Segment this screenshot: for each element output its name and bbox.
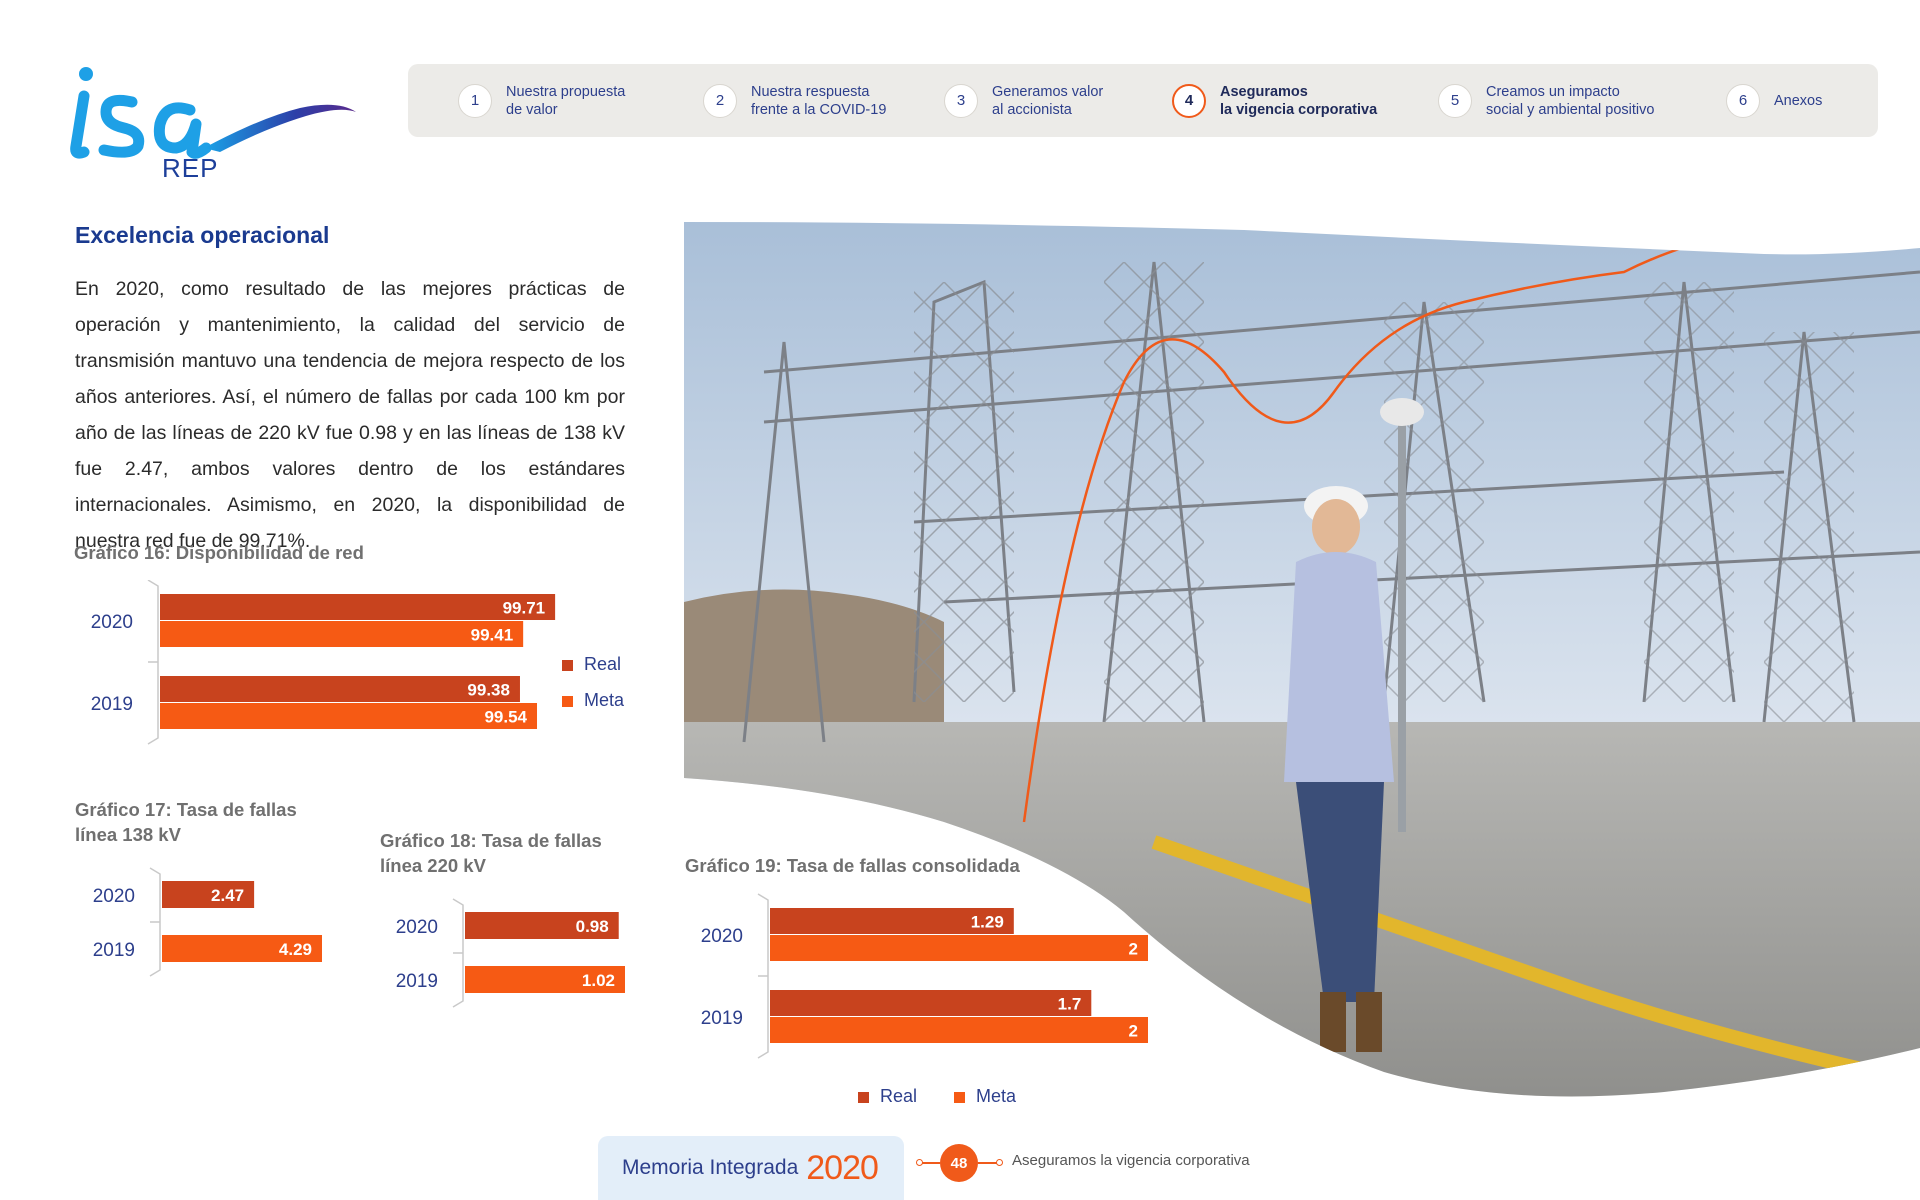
page-number[interactable]: 48 [940, 1144, 978, 1182]
bar-value-label: 99.41 [471, 626, 514, 645]
bar-value-label: 1.02 [582, 971, 615, 990]
bar-value-label: 99.38 [467, 681, 510, 700]
legend-swatch [562, 696, 573, 707]
bar-value-label: 0.98 [576, 917, 609, 936]
category-label: 2020 [701, 926, 743, 947]
legend-label: Real [880, 1086, 917, 1106]
chart-title-16: Gráfico 16: Disponibilidad de red [74, 542, 364, 563]
nav-item-5[interactable]: 5 Creamos un impacto social y ambiental … [1438, 64, 1654, 137]
bar [770, 990, 1092, 1016]
nav-label: Generamos valor al accionista [992, 83, 1104, 118]
chart-17-fallas-138kv: 2020 2.47 2019 4.29 [93, 867, 322, 977]
chart-title-18: Gráfico 18: Tasa de fallas línea 220 kV [380, 830, 602, 876]
nav-number: 4 [1172, 83, 1206, 118]
nav-item-6[interactable]: 6 Anexos [1726, 64, 1822, 137]
bar-value-label: 99.71 [503, 599, 546, 618]
legend-label: Meta [584, 690, 625, 710]
category-label: 2020 [91, 612, 133, 633]
body-paragraph: En 2020, como resultado de las mejores p… [75, 278, 625, 552]
footer-section-title: Aseguramos la vigencia corporativa [1012, 1152, 1250, 1169]
nav-number: 6 [1726, 83, 1760, 118]
logo-subtitle: REP [162, 153, 219, 183]
footer-report-tab: Memoria Integrada 2020 [598, 1136, 904, 1200]
nav-number: 5 [1438, 83, 1472, 118]
bar-value-label: 2.47 [211, 886, 244, 905]
bar-value-label: 2 [1129, 940, 1138, 959]
nav-label: Nuestra respuesta frente a la COVID-19 [751, 83, 887, 118]
nav-label: Anexos [1774, 92, 1823, 109]
nav-item-4[interactable]: 4 Aseguramos la vigencia corporativa [1172, 64, 1377, 137]
category-label: 2020 [396, 917, 438, 938]
nav-label: Creamos un impacto social y ambiental po… [1486, 83, 1655, 118]
chart-18-fallas-220kv: 2020 0.98 2019 1.02 [396, 898, 625, 1008]
nav-number: 2 [703, 83, 737, 118]
bar [160, 703, 538, 729]
nav-number: 3 [944, 83, 978, 118]
legend-label: Meta [976, 1086, 1017, 1106]
nav-label: Nuestra propuesta de valor [506, 83, 626, 118]
chart-16-disponibilidad-red: 2020 99.71 99.41 2019 99.38 99.54 Real Meta [91, 580, 625, 745]
bar-value-label: 99.54 [484, 708, 527, 727]
footer-report-label: Memoria Integrada [622, 1156, 799, 1179]
category-label: 2019 [91, 694, 133, 715]
nav-item-3[interactable]: 3 Generamos valor al accionista [944, 64, 1103, 137]
legend-label: Real [584, 654, 621, 674]
chart-title-17: Gráfico 17: Tasa de fallas línea 138 kV [75, 799, 297, 845]
legend-swatch [562, 660, 573, 671]
bar [160, 621, 524, 647]
bar [770, 1017, 1148, 1043]
nav-number: 1 [458, 83, 492, 118]
category-label: 2019 [701, 1008, 743, 1029]
nav-label: Aseguramos la vigencia corporativa [1220, 83, 1378, 118]
category-label: 2019 [396, 971, 438, 992]
category-label: 2019 [93, 940, 135, 961]
category-label: 2020 [93, 886, 135, 907]
chart-title-19: Gráfico 19: Tasa de fallas consolidada [685, 855, 1020, 876]
section-title: Excelencia operacional [75, 222, 330, 248]
footer-report-year: 2020 [806, 1148, 879, 1187]
nav-item-1[interactable]: 1 Nuestra propuesta de valor [458, 64, 625, 137]
footer-dot-right [996, 1159, 1003, 1166]
bar-value-label: 1.29 [971, 913, 1004, 932]
bar [770, 935, 1148, 961]
bar-value-label: 4.29 [279, 940, 312, 959]
footer-dot-left [916, 1159, 923, 1166]
footer-line-left [920, 1162, 940, 1164]
legend-swatch [954, 1092, 965, 1103]
chapter-navigation: 1 Nuestra propuesta de valor 2 Nuestra r… [408, 64, 1878, 137]
nav-item-2[interactable]: 2 Nuestra respuesta frente a la COVID-19 [703, 64, 886, 137]
chart-19-fallas-consolidada: 2020 1.29 2 2019 1.7 2 Real Meta [701, 893, 1148, 1106]
legend-swatch [858, 1092, 869, 1103]
bar-value-label: 2 [1129, 1022, 1138, 1041]
bar-value-label: 1.7 [1058, 995, 1082, 1014]
bar [160, 594, 556, 620]
bar [160, 676, 520, 702]
